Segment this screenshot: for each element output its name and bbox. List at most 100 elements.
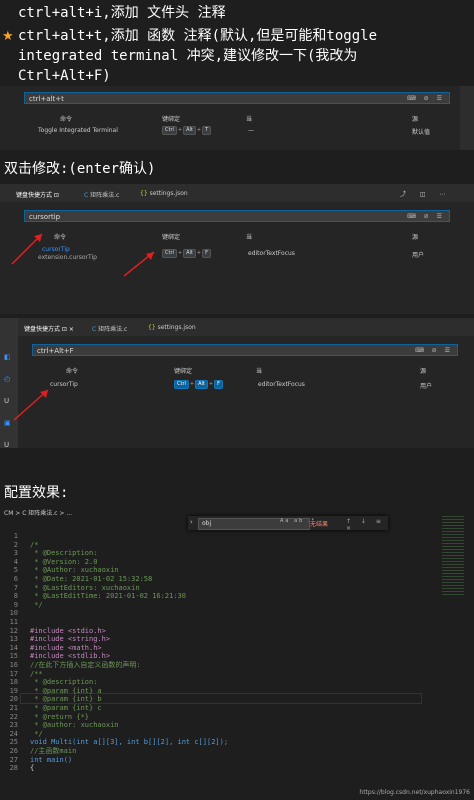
keybinding-search-input[interactable]: cursortip ⌨ ⊘ ☰ — [24, 210, 450, 222]
col-header-command: 命令 — [54, 234, 67, 241]
watermark-text: https://blog.csdn.net/xuphaoxin1976 — [359, 789, 470, 796]
key-t: T — [202, 126, 212, 135]
code-line[interactable]: 7 * @LastEditors: xuchaoxin — [0, 584, 440, 593]
line-source: * @Description: — [30, 549, 98, 558]
col-header-keybinding: 键绑定 — [174, 368, 193, 375]
tab-settings-json[interactable]: {} settings.json — [148, 324, 196, 331]
code-line[interactable]: 10 — [0, 609, 440, 618]
find-nav-buttons[interactable]: ↑ ↓ ≡ × — [346, 518, 388, 532]
code-line[interactable]: 25 void Multi(int a[][3], int b[][2], int… — [0, 738, 440, 747]
code-line[interactable]: 11 — [0, 618, 440, 627]
col-header-when: 当 — [256, 368, 263, 375]
code-line[interactable]: 20 * @param {int} b — [0, 695, 440, 704]
line-source: /** — [30, 669, 43, 678]
col-header-source: 源 — [412, 116, 419, 123]
row-command[interactable]: Toggle Integrated Terminal — [38, 127, 118, 134]
code-line[interactable]: 9 */ — [0, 601, 440, 610]
breadcrumb[interactable]: CM > C 矩阵乘法.c > ... — [4, 508, 72, 517]
line-source: /* — [30, 540, 39, 549]
scrollbar[interactable] — [460, 86, 474, 150]
keybindings-panel-3: ◧ ◴ U ▣ U 键盘快捷方式 ⊡ × C 矩阵乘法.c {} settings.js… — [0, 318, 474, 448]
row-keybinding[interactable]: Ctrl + Alt + F — [174, 380, 223, 389]
key-f: F — [214, 380, 223, 389]
row-keybinding[interactable]: Ctrl + Alt + T — [162, 126, 212, 135]
note-line-4: Ctrl+Alt+F) — [18, 68, 111, 84]
code-line[interactable]: 19 * @param {int} a — [0, 687, 440, 696]
tab-matrix-c[interactable]: C 矩阵乘法.c — [84, 190, 119, 199]
row-keybinding[interactable]: Ctrl + Alt + F — [162, 249, 211, 258]
line-source: * @param {int} c — [30, 704, 102, 712]
tab-matrix-c[interactable]: C 矩阵乘法.c — [92, 324, 127, 333]
code-line[interactable]: 16 //在此下方插入自定义函数的声明: — [0, 661, 440, 670]
code-line[interactable]: 23 * @author: xuchaoxin — [0, 721, 440, 730]
line-number: 17 — [9, 669, 18, 678]
tab-keyboard-shortcuts[interactable]: 键盘快捷方式 ⊡ × — [24, 324, 74, 333]
line-number: 4 — [13, 557, 18, 566]
keybinding-search-input[interactable]: ctrl+alt+t ⌨ ⊘ ☰ — [24, 92, 450, 104]
note-line-1: ctrl+alt+i,添加 文件头 注释 — [18, 5, 226, 21]
section3: 配置效果: — [0, 452, 474, 506]
line-number: 18 — [9, 678, 18, 687]
code-line[interactable]: 17 /** — [0, 670, 440, 679]
arrow-annotation-3 — [13, 389, 49, 421]
row-source: 用户 — [412, 252, 425, 259]
row-when: — — [248, 127, 254, 134]
editor-actions-icons[interactable]: ⤴ ◫ ⋯ — [400, 189, 451, 198]
search-options-icons[interactable]: ⌨ ⊘ ☰ — [407, 95, 445, 102]
line-source: */ — [30, 600, 43, 609]
code-line[interactable]: 27 int main() — [0, 756, 440, 765]
line-source: #include <stdlib.h> — [30, 652, 111, 661]
tab-keyboard-shortcuts[interactable]: 键盘快捷方式 ⊡ — [16, 190, 59, 199]
line-number: 6 — [13, 575, 18, 583]
code-line[interactable]: 26 //主函数main — [0, 747, 440, 756]
keybinding-search-input[interactable]: ctrl+Alt+F ⌨ ⊘ ☰ — [32, 344, 458, 356]
code-line[interactable]: 2 /* — [0, 541, 440, 550]
line-number: 19 — [9, 686, 18, 695]
section2: 双击修改:(enter确认) — [0, 152, 474, 182]
user-icon-2: U — [4, 441, 10, 448]
code-line[interactable]: 24 */ — [0, 730, 440, 739]
code-line[interactable]: 6 * @Date: 2021-01-02 15:32:58 — [0, 575, 440, 584]
line-number: 26 — [9, 747, 18, 755]
col-header-keybinding: 键绑定 — [162, 116, 181, 123]
notes-section: ctrl+alt+i,添加 文件头 注释 ★ ctrl+alt+t,添加 函数 … — [0, 0, 474, 88]
code-editor[interactable]: CM > C 矩阵乘法.c > ... 1 2 /* 3 * @Description… — [0, 506, 474, 800]
code-line[interactable]: 12 #include <stdio.h> — [0, 627, 440, 636]
search-value: cursortip — [29, 213, 61, 221]
line-number: 12 — [9, 626, 18, 635]
code-line[interactable]: 4 * @Version: 2.0 — [0, 558, 440, 567]
note-line-2: ctrl+alt+t,添加 函数 注释(默认,但是可能和toggle — [18, 28, 378, 44]
code-line[interactable]: 5 * @Author: xuchaoxin — [0, 566, 440, 575]
code-line[interactable]: 14 #include <math.h> — [0, 644, 440, 653]
col-header-source: 源 — [412, 234, 419, 241]
code-line[interactable]: 18 * @description: — [0, 678, 440, 687]
chevron-right-icon[interactable]: › — [190, 518, 193, 526]
col-header-when: 当 — [246, 116, 253, 123]
code-area[interactable]: 1 2 /* 3 * @Description: 4 * @Version: 2.0 5 … — [0, 532, 474, 782]
code-line[interactable]: 15 #include <stdlib.h> — [0, 652, 440, 661]
code-line[interactable]: 28 { — [0, 764, 440, 773]
key-f: F — [202, 249, 211, 258]
row-source: 用户 — [420, 383, 433, 390]
code-line[interactable]: 3 * @Description: — [0, 549, 440, 558]
line-source: * @LastEditors: xuchaoxin — [30, 583, 140, 592]
code-line[interactable]: 1 — [0, 532, 440, 541]
row-command[interactable]: cursorTip — [50, 381, 78, 388]
arrow-annotation-2 — [123, 251, 155, 277]
code-line[interactable]: 21 * @param {int} c — [0, 704, 440, 713]
tab-settings-json[interactable]: {} settings.json — [140, 190, 188, 197]
line-source: #include <stdio.h> — [30, 626, 106, 635]
search-options-icons[interactable]: ⌨ ⊘ ☰ — [415, 347, 453, 354]
code-line[interactable]: 8 * @LastEditTime: 2021-01-02 16:21:30 — [0, 592, 440, 601]
line-source: * @Version: 2.0 — [30, 557, 98, 566]
arrow-annotation-1 — [11, 233, 43, 265]
search-options-icons[interactable]: ⌨ ⊘ ☰ — [407, 213, 445, 220]
line-source: * @author: xuchaoxin — [30, 721, 119, 730]
line-source: void Multi(int a[][3], int b[][2], int c… — [30, 738, 229, 747]
line-source: * @return {*} — [30, 712, 90, 721]
code-line[interactable]: 13 #include <string.h> — [0, 635, 440, 644]
line-number: 2 — [13, 540, 18, 549]
code-line[interactable]: 22 * @return {*} — [0, 713, 440, 722]
key-ctrl: Ctrl — [162, 126, 177, 135]
line-source: * @param {int} a — [30, 686, 102, 695]
